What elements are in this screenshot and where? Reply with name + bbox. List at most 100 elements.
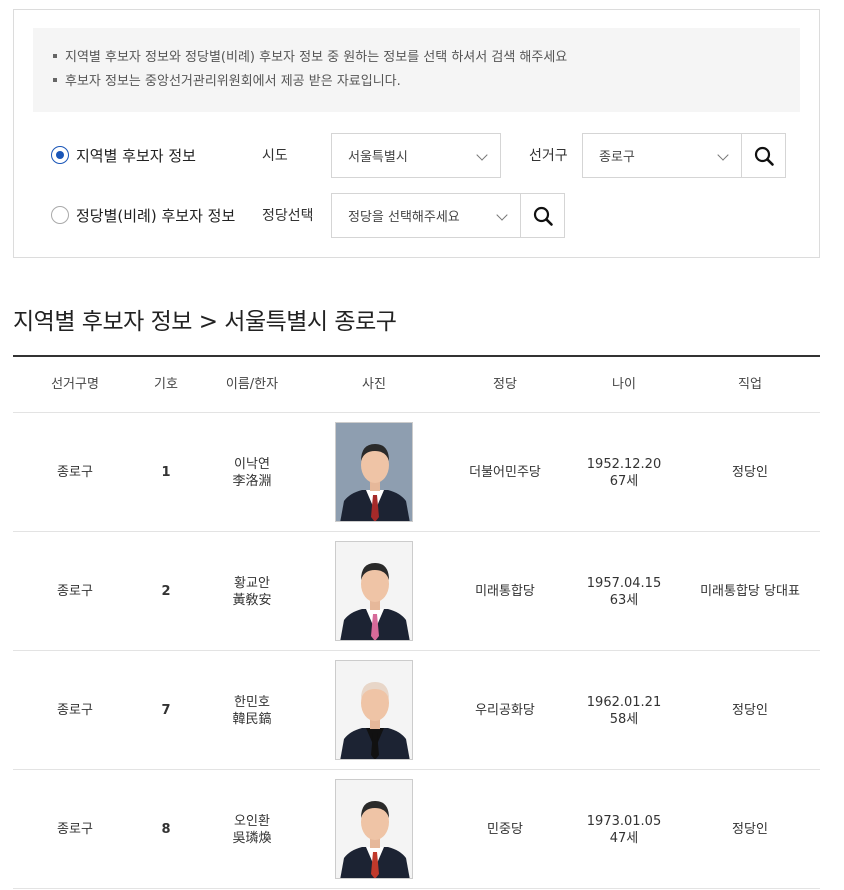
column-header: 직업	[738, 377, 762, 392]
party-cell: 우리공화당	[440, 651, 570, 770]
number-cell: 7	[136, 651, 196, 770]
table-row: 종로구 8 오인환 吳璘煥 민중당 1973.01.05 47세 정당인	[13, 769, 820, 888]
candidate-name: 오인환	[234, 813, 270, 829]
district-select-value: 종로구	[599, 150, 635, 165]
radio-region-option[interactable]: 지역별 후보자 정보	[51, 137, 196, 173]
notice-box: 지역별 후보자 정보와 정당별(비례) 후보자 정보 중 원하는 정보를 선택 …	[33, 28, 800, 112]
radio-button-checked[interactable]	[51, 146, 69, 164]
candidate-hanja: 韓民鎬	[232, 711, 272, 727]
candidate-hanja: 黃敎安	[232, 592, 272, 608]
sido-select[interactable]: 서울특별시	[331, 133, 501, 178]
district-cell-wrap: 종로구	[20, 770, 130, 889]
age: 47세	[609, 830, 639, 846]
candidate-number: 8	[161, 822, 171, 837]
candidate-photo	[335, 660, 413, 760]
table-row: 종로구 2 황교안 黃敎安 미래통합당 1957.04.15 63세 미래통합당 당대표	[13, 531, 820, 650]
section-title: 지역별 후보자 정보 > 서울특별시 종로구	[13, 309, 397, 335]
candidate-name: 이낙연	[234, 456, 270, 472]
occupation: 정당인	[732, 703, 768, 718]
party-select[interactable]: 정당을 선택해주세요	[331, 193, 521, 238]
notice-line-1: 지역별 후보자 정보와 정당별(비례) 후보자 정보 중 원하는 정보를 선택 …	[53, 46, 800, 70]
party-name: 더불어민주당	[469, 465, 541, 480]
number-cell: 8	[136, 770, 196, 889]
search-icon	[533, 206, 553, 226]
district-cell: 종로구	[57, 584, 93, 599]
candidate-number: 7	[161, 703, 171, 718]
radio-region-label: 지역별 후보자 정보	[76, 146, 196, 165]
column-header: 나이	[612, 377, 636, 392]
table-bottom-border	[13, 888, 820, 889]
name-cell: 황교안 黃敎安	[197, 532, 307, 651]
occupation: 정당인	[732, 822, 768, 837]
birth-date: 1957.04.15	[586, 575, 662, 591]
party-cell: 민중당	[440, 770, 570, 889]
portrait-image	[336, 542, 412, 640]
birth-date: 1973.01.05	[586, 813, 662, 829]
chevron-down-icon	[476, 149, 488, 161]
search-icon	[754, 146, 774, 166]
table-row: 종로구 1 이낙연 李洛淵 더불어민주당 1952.12.20 67세 정당인	[13, 412, 820, 531]
sido-select-value: 서울특별시	[348, 150, 408, 165]
district-cell-wrap: 종로구	[20, 532, 130, 651]
job-cell: 미래통합당 당대표	[685, 532, 815, 651]
candidate-hanja: 李洛淵	[232, 473, 272, 489]
candidate-photo	[335, 779, 413, 879]
portrait-image	[336, 780, 412, 878]
party-cell: 미래통합당	[440, 532, 570, 651]
job-cell: 정당인	[685, 770, 815, 889]
district-cell-wrap: 종로구	[20, 651, 130, 770]
district-label: 선거구	[529, 148, 568, 164]
age: 63세	[609, 592, 639, 608]
district-cell: 종로구	[57, 822, 93, 837]
occupation: 미래통합당 당대표	[700, 584, 800, 599]
party-cell: 더불어민주당	[440, 413, 570, 532]
age-cell: 1957.04.15 63세	[569, 532, 679, 651]
portrait-image	[336, 423, 412, 521]
candidate-name: 한민호	[234, 694, 270, 710]
birth-date: 1962.01.21	[586, 694, 662, 710]
sido-label: 시도	[262, 148, 288, 164]
party-select-placeholder: 정당을 선택해주세요	[348, 210, 460, 225]
table-row: 종로구 7 한민호 韓民鎬 우리공화당 1962.01.21 58세 정당인	[13, 650, 820, 769]
occupation: 정당인	[732, 465, 768, 480]
name-cell: 오인환 吳璘煥	[197, 770, 307, 889]
district-cell: 종로구	[57, 703, 93, 718]
party-select-label: 정당선택	[262, 208, 314, 224]
candidate-number: 1	[161, 465, 171, 480]
portrait-image	[336, 661, 412, 759]
candidate-photo	[335, 422, 413, 522]
party-name: 미래통합당	[475, 584, 535, 599]
party-search-button[interactable]	[520, 193, 565, 238]
bullet-icon	[53, 77, 57, 82]
age-cell: 1962.01.21 58세	[569, 651, 679, 770]
job-cell: 정당인	[685, 413, 815, 532]
chevron-down-icon	[717, 149, 729, 161]
party-name: 우리공화당	[475, 703, 535, 718]
age-cell: 1952.12.20 67세	[569, 413, 679, 532]
candidate-name: 황교안	[234, 575, 270, 591]
radio-party-label: 정당별(비례) 후보자 정보	[76, 206, 236, 225]
district-cell: 종로구	[57, 465, 93, 480]
radio-button[interactable]	[51, 206, 69, 224]
bullet-icon	[53, 53, 57, 58]
age: 58세	[609, 711, 639, 727]
column-header: 사진	[362, 377, 386, 392]
party-name: 민중당	[487, 822, 523, 837]
name-cell: 한민호 韓民鎬	[197, 651, 307, 770]
column-header: 이름/한자	[225, 377, 279, 392]
candidate-hanja: 吳璘煥	[232, 830, 272, 846]
number-cell: 2	[136, 532, 196, 651]
candidate-photo	[335, 541, 413, 641]
age-cell: 1973.01.05 47세	[569, 770, 679, 889]
number-cell: 1	[136, 413, 196, 532]
district-select[interactable]: 종로구	[582, 133, 742, 178]
notice-line-2: 후보자 정보는 중앙선거관리위원회에서 제공 받은 자료입니다.	[53, 70, 800, 94]
age: 67세	[609, 473, 639, 489]
name-cell: 이낙연 李洛淵	[197, 413, 307, 532]
chevron-down-icon	[496, 209, 508, 221]
column-header: 정당	[493, 377, 517, 392]
district-cell-wrap: 종로구	[20, 413, 130, 532]
district-search-button[interactable]	[741, 133, 786, 178]
candidate-number: 2	[161, 584, 171, 599]
radio-party-option[interactable]: 정당별(비례) 후보자 정보	[51, 197, 235, 233]
